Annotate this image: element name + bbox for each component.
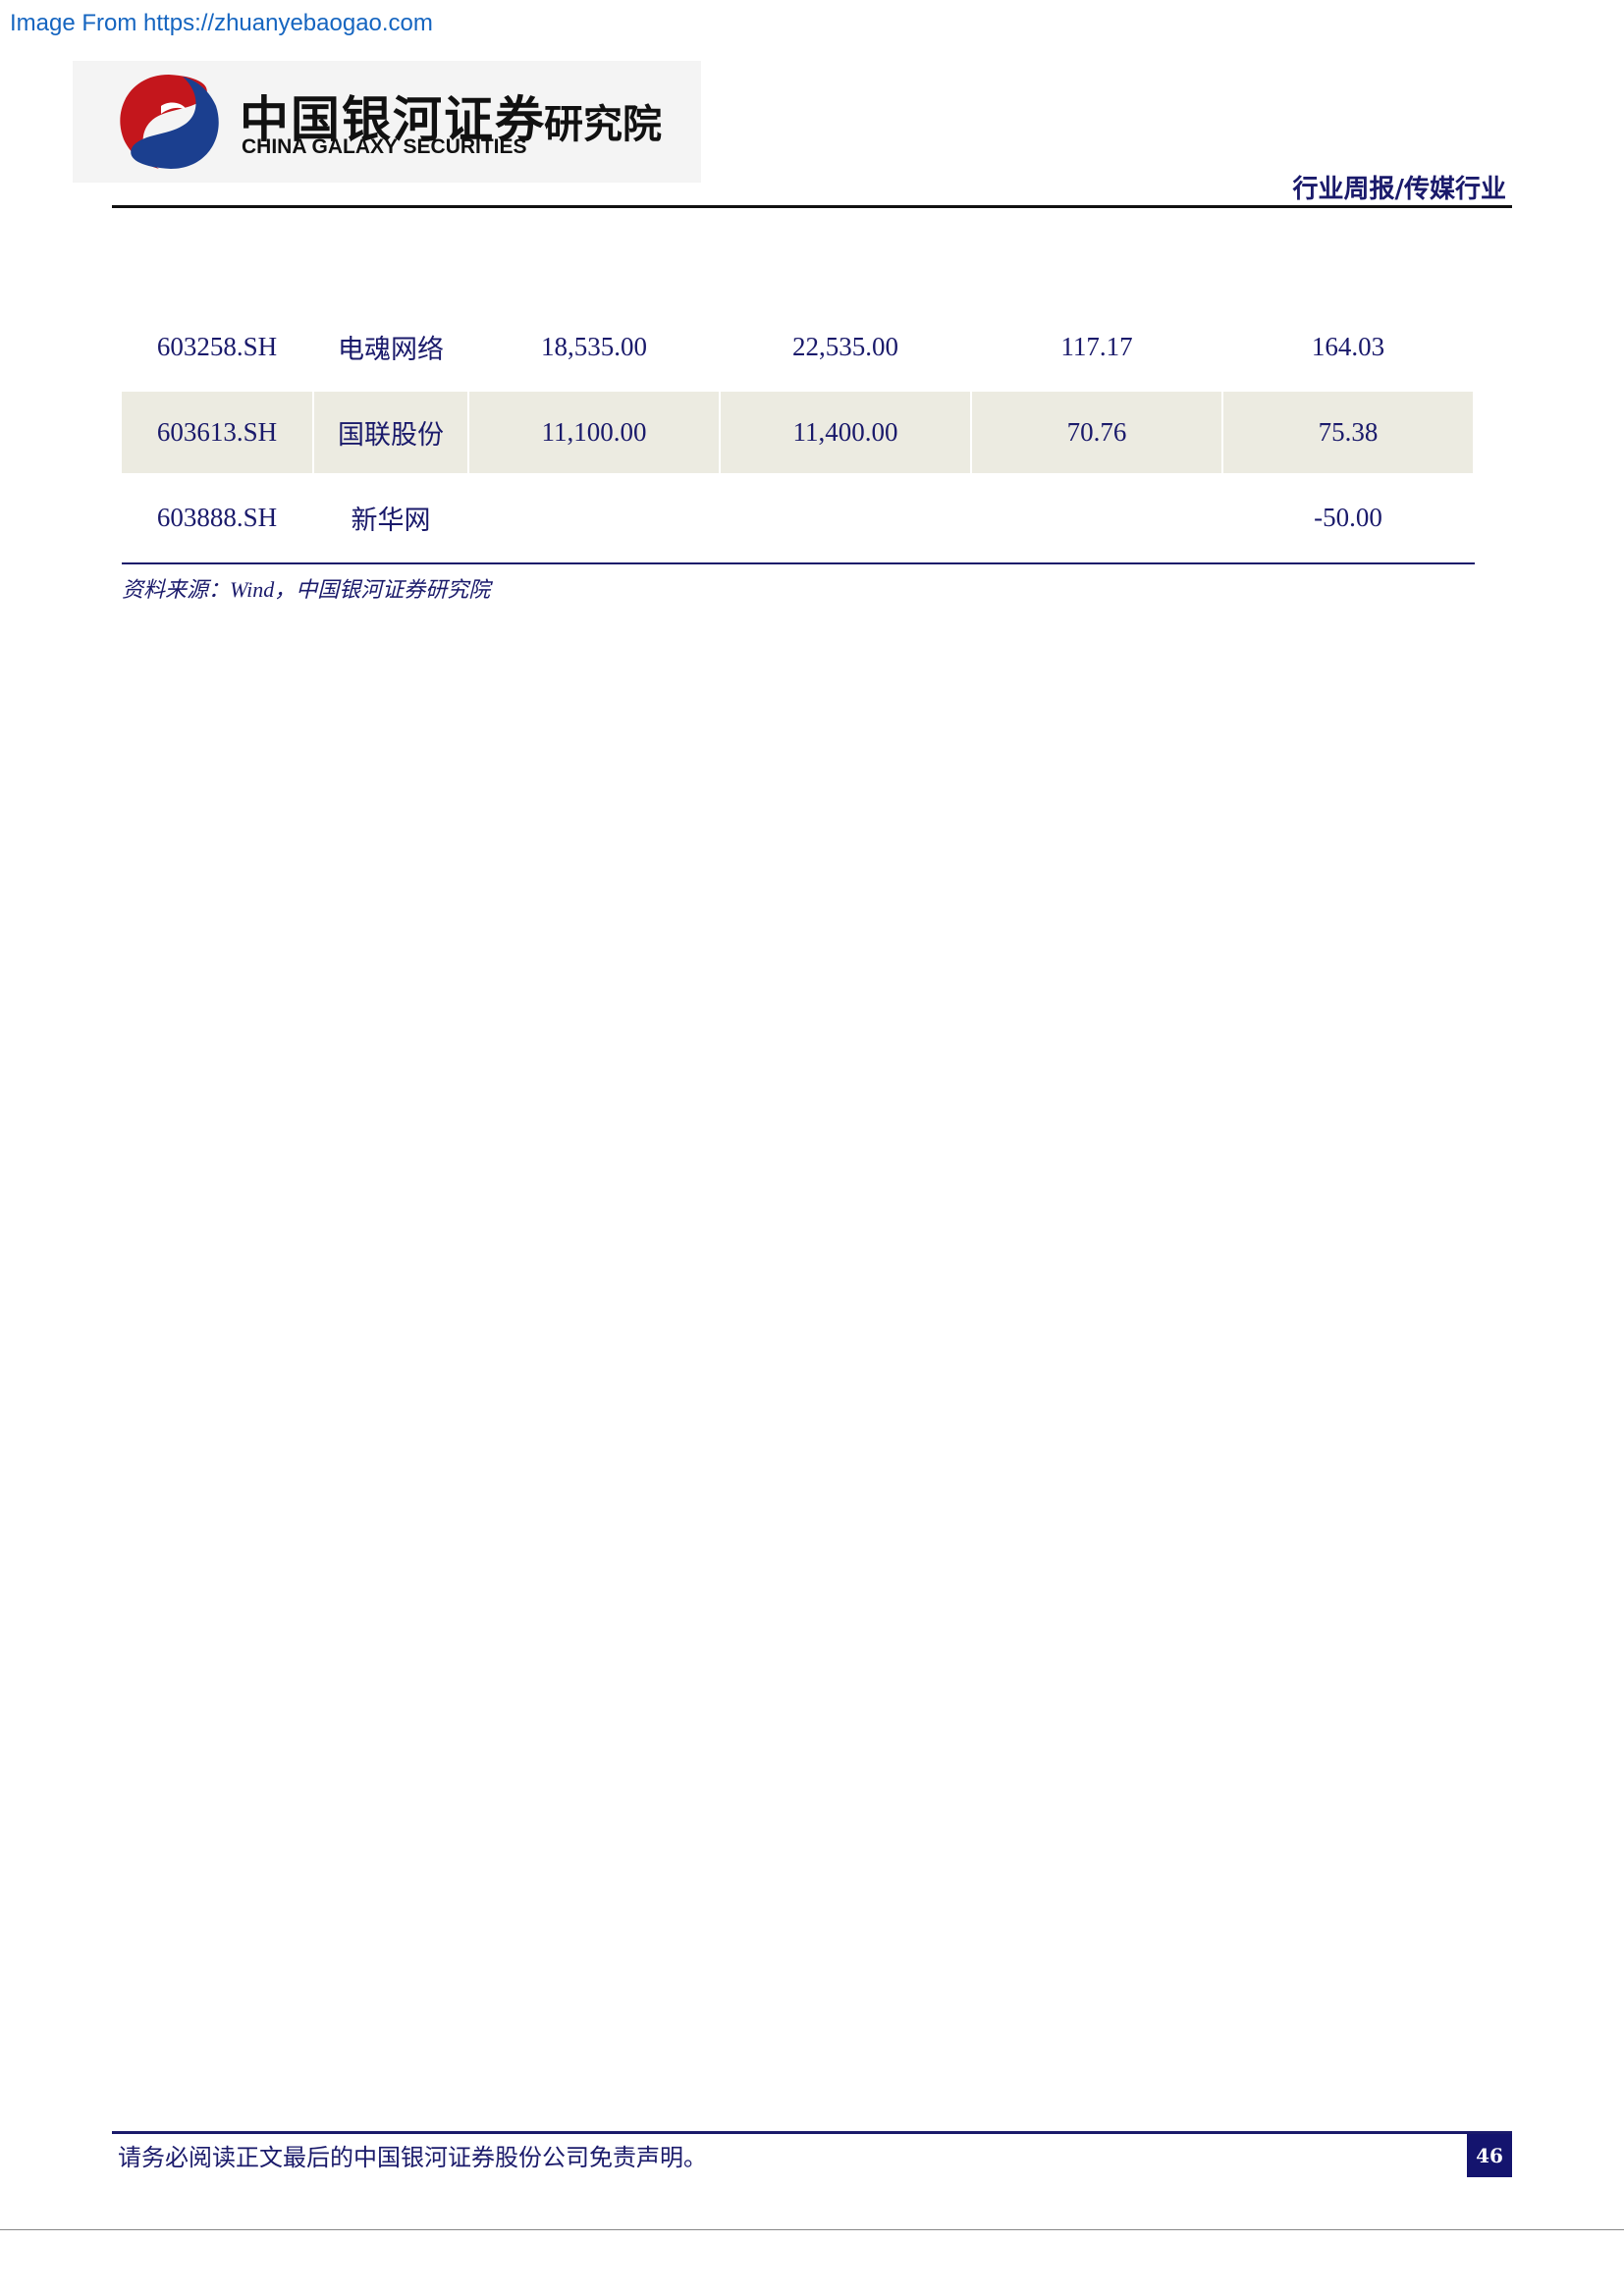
logo-institute: 研究院 [544, 102, 662, 147]
table-row: 603888.SH 新华网 -50.00 [122, 475, 1475, 561]
value-cell [469, 477, 719, 559]
table-row: 603258.SH 电魂网络 18,535.00 22,535.00 117.1… [122, 304, 1475, 390]
table-bottom-rule [122, 562, 1475, 564]
value-cell: 75.38 [1223, 392, 1473, 473]
stock-name-cell: 国联股份 [314, 392, 467, 473]
value-cell: -50.00 [1314, 503, 1382, 532]
stock-code-cell: 603613.SH [122, 392, 312, 473]
footer-divider [112, 2131, 1512, 2134]
watermark-link[interactable]: Image From https://zhuanyebaogao.com [10, 10, 433, 37]
value-cell [972, 477, 1221, 559]
value-cell: 11,400.00 [721, 392, 970, 473]
value-cell: 22,535.00 [792, 332, 898, 361]
value-cell: 11,100.00 [469, 392, 719, 473]
stock-name-cell: 新华网 [351, 506, 431, 536]
company-logo: 中国银河证券 CHINA GALAXY SECURITIES 研究院 [73, 61, 701, 183]
value-cell [721, 477, 970, 559]
value-cell: 117.17 [1060, 332, 1133, 361]
report-category: 行业周报/传媒行业 [1292, 175, 1507, 204]
logo-english-name: CHINA GALAXY SECURITIES [242, 135, 527, 158]
value-cell: 70.76 [972, 392, 1221, 473]
data-table: 603258.SH 电魂网络 18,535.00 22,535.00 117.1… [122, 304, 1475, 604]
header-divider [112, 205, 1512, 208]
disclaimer-note: 请务必阅读正文最后的中国银河证券股份公司免责声明。 [118, 2144, 707, 2171]
stock-name-cell: 电魂网络 [338, 335, 444, 365]
value-cell: 18,535.00 [541, 332, 647, 361]
value-cell: 164.03 [1311, 332, 1385, 361]
galaxy-swirl-icon [120, 75, 219, 169]
page-bottom-divider [0, 2229, 1624, 2230]
stock-code-cell: 603888.SH [156, 503, 278, 532]
stock-code-cell: 603258.SH [156, 332, 278, 361]
table-source-note: 资料来源：Wind，中国银河证券研究院 [122, 577, 491, 602]
page-number: 46 [1467, 2134, 1512, 2177]
table-row: 603613.SH 国联股份 11,100.00 11,400.00 70.76… [122, 390, 1475, 475]
